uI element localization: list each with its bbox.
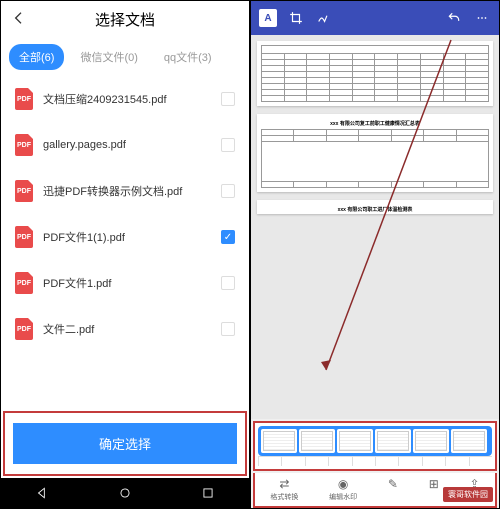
tab-wechat[interactable]: 微信文件(0) [70,44,147,70]
thumb-page[interactable] [451,429,487,453]
file-checkbox[interactable] [221,230,235,244]
file-name: gallery.pages.pdf [43,139,211,151]
pdf-editor-panel: A xxx 有限公司复工前职工健康情况汇总表 [250,0,500,509]
ruler [258,456,492,466]
text-tool-icon[interactable]: A [259,9,277,27]
menu-item-3[interactable]: ✎ [388,477,398,502]
picker-header: 选择文档 [1,1,249,38]
file-row[interactable]: PDF gallery.pages.pdf [1,122,249,168]
android-nav [1,478,249,508]
file-row[interactable]: PDF PDF文件1(1).pdf [1,214,249,260]
thumb-page[interactable] [261,429,297,453]
table-title: xxx 有限公司复工前职工健康情况汇总表 [261,118,489,129]
pdf-icon: PDF [15,272,33,294]
pdf-icon: PDF [15,180,33,202]
file-name: PDF文件1(1).pdf [43,229,211,245]
document-viewport[interactable]: xxx 有限公司复工前职工健康情况汇总表 xxx 有限公司职工进厂体温检测表 [251,35,499,419]
watermark-icon: ◉ [338,477,348,491]
page-title: 选择文档 [11,9,239,30]
file-picker-panel: 选择文档 全部(6) 微信文件(0) qq文件(3) PDF 文档压缩24092… [0,0,250,509]
editor-toolbar: A [251,1,499,35]
file-checkbox[interactable] [221,184,235,198]
doc-page-2: xxx 有限公司复工前职工健康情况汇总表 [257,114,493,192]
menu-item-4[interactable]: ⊞ [429,477,439,502]
file-name: 文档压缩2409231545.pdf [43,91,211,107]
pdf-icon: PDF [15,134,33,156]
doc-page-3: xxx 有限公司职工进厂体温检测表 [257,200,493,214]
thumb-page[interactable] [375,429,411,453]
confirm-button[interactable]: 确定选择 [13,423,237,464]
file-list: PDF 文档压缩2409231545.pdf PDF gallery.pages… [1,76,249,409]
pdf-icon: PDF [15,318,33,340]
file-row[interactable]: PDF 迅捷PDF转换器示例文档.pdf [1,168,249,214]
site-watermark: 寰哥软件园 [443,487,493,502]
undo-icon[interactable] [445,9,463,27]
file-name: PDF文件1.pdf [43,275,211,291]
nav-back-icon[interactable] [35,486,49,500]
thumb-page[interactable] [413,429,449,453]
tool-icon: ✎ [388,477,398,491]
pdf-icon: PDF [15,88,33,110]
menu-convert[interactable]: ⇄格式转换 [270,477,298,502]
doc-page-1 [257,41,493,106]
file-checkbox[interactable] [221,322,235,336]
tool-icon: ⊞ [429,477,439,491]
file-row[interactable]: PDF 文档压缩2409231545.pdf [1,76,249,122]
pdf-icon: PDF [15,226,33,248]
file-checkbox[interactable] [221,276,235,290]
file-name: 迅捷PDF转换器示例文档.pdf [43,183,211,199]
file-checkbox[interactable] [221,138,235,152]
page-thumbnails[interactable] [258,426,492,456]
menu-watermark[interactable]: ◉编辑水印 [329,477,357,502]
thumb-page[interactable] [337,429,373,453]
more-icon[interactable] [473,9,491,27]
tab-qq[interactable]: qq文件(3) [154,44,222,70]
nav-home-icon[interactable] [118,486,132,500]
sign-tool-icon[interactable] [315,9,333,27]
nav-recent-icon[interactable] [201,486,215,500]
filter-tabs: 全部(6) 微信文件(0) qq文件(3) [1,38,249,76]
file-row[interactable]: PDF PDF文件1.pdf [1,260,249,306]
crop-tool-icon[interactable] [287,9,305,27]
tab-all[interactable]: 全部(6) [9,44,64,70]
file-checkbox[interactable] [221,92,235,106]
thumbnails-highlight [253,421,497,471]
file-row[interactable]: PDF 文件二.pdf [1,306,249,352]
file-name: 文件二.pdf [43,321,211,337]
convert-icon: ⇄ [279,477,289,491]
table-title: xxx 有限公司职工进厂体温检测表 [261,204,489,215]
confirm-highlight: 确定选择 [3,411,247,476]
thumb-page[interactable] [299,429,335,453]
